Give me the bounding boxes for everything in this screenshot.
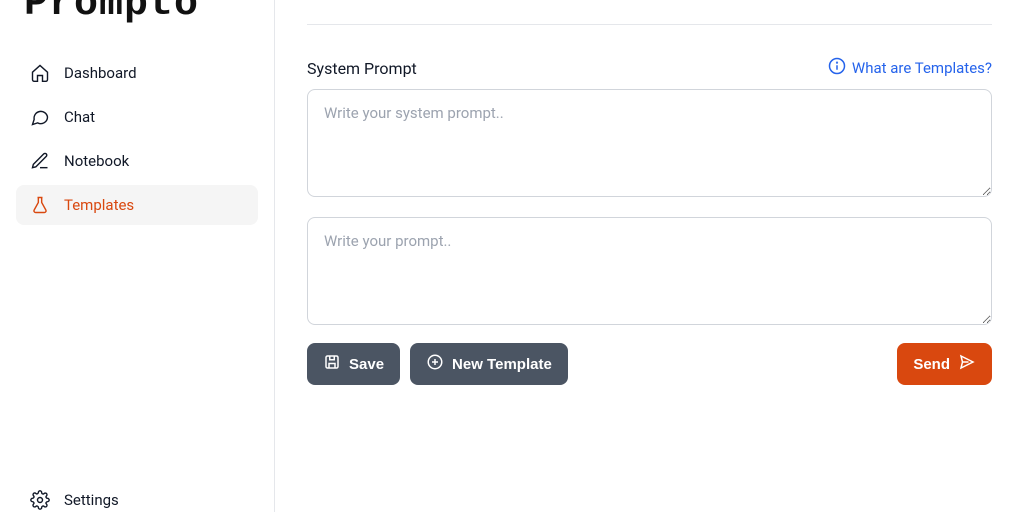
sidebar-item-templates[interactable]: Templates	[16, 185, 258, 225]
info-icon	[828, 57, 846, 79]
sidebar-item-settings[interactable]: Settings	[16, 480, 258, 520]
sidebar-item-label: Templates	[64, 196, 134, 214]
main-content: System Prompt What are Templates? Save	[275, 0, 1024, 512]
sidebar-item-notebook[interactable]: Notebook	[16, 141, 258, 181]
sidebar: Prompto Dashboard Chat Notebook	[0, 0, 275, 512]
brand-logo: Prompto	[16, 0, 258, 35]
home-icon	[30, 63, 50, 83]
sidebar-item-label: Notebook	[64, 152, 129, 170]
sidebar-item-chat[interactable]: Chat	[16, 97, 258, 137]
nav: Dashboard Chat Notebook Templates	[16, 53, 258, 480]
section-header: System Prompt What are Templates?	[307, 57, 992, 79]
prompt-input[interactable]	[307, 217, 992, 325]
save-button[interactable]: Save	[307, 343, 400, 385]
system-prompt-input[interactable]	[307, 89, 992, 197]
new-template-button[interactable]: New Template	[410, 343, 568, 385]
help-link-label: What are Templates?	[852, 59, 992, 77]
sidebar-item-dashboard[interactable]: Dashboard	[16, 53, 258, 93]
pencil-icon	[30, 151, 50, 171]
save-label: Save	[349, 356, 384, 373]
chat-icon	[30, 107, 50, 127]
save-icon	[323, 353, 341, 375]
send-label: Send	[913, 356, 950, 373]
help-link-templates[interactable]: What are Templates?	[828, 57, 992, 79]
sidebar-item-label: Dashboard	[64, 64, 137, 82]
send-icon	[958, 353, 976, 375]
send-button[interactable]: Send	[897, 343, 992, 385]
gear-icon	[30, 490, 50, 510]
system-prompt-label: System Prompt	[307, 59, 417, 78]
plus-circle-icon	[426, 353, 444, 375]
sidebar-item-label: Settings	[64, 491, 119, 509]
flask-icon	[30, 195, 50, 215]
nav-bottom: Settings	[16, 480, 258, 512]
spacer	[578, 343, 888, 385]
new-template-label: New Template	[452, 356, 552, 373]
sidebar-item-label: Chat	[64, 108, 95, 126]
action-bar: Save New Template Send	[307, 343, 992, 385]
divider	[307, 24, 992, 25]
